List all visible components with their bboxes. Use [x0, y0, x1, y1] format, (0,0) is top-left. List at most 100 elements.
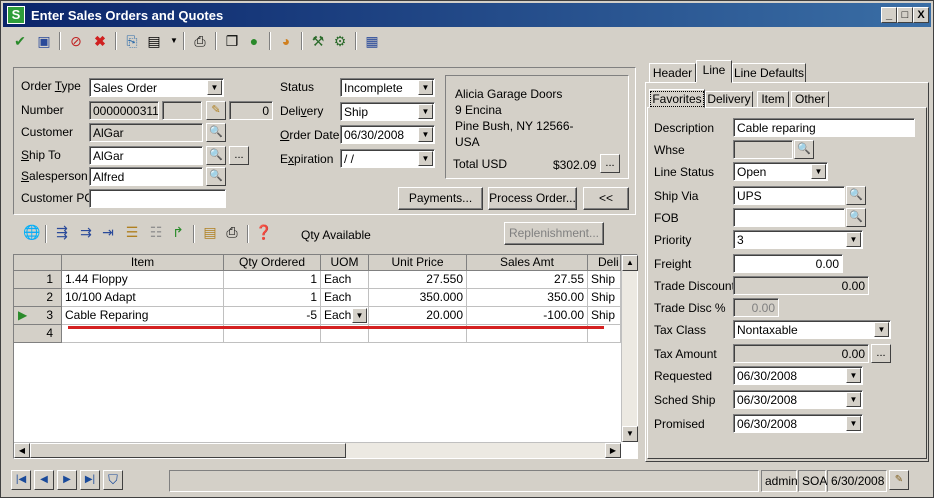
memo-icon[interactable]: ▤ [143, 30, 165, 52]
copy-from-icon[interactable]: ⎘ [121, 30, 143, 52]
redo-arrow-icon[interactable]: ↱ [167, 221, 189, 243]
search-icon[interactable]: 🔍 [206, 167, 226, 186]
requested-date-field[interactable]: 06/30/2008 ▼ [733, 366, 863, 385]
tab-item[interactable]: Item [757, 91, 789, 108]
col-header-qty[interactable]: Qty Ordered [224, 255, 321, 271]
chevron-down-icon[interactable]: ▼ [874, 322, 889, 337]
insert-line-icon[interactable]: ⇶ [51, 221, 73, 243]
col-header-amt[interactable]: Sales Amt [467, 255, 588, 271]
cell-qty[interactable]: 1 [224, 271, 321, 289]
copy-icon[interactable]: ❐ [221, 30, 243, 52]
next-record-icon[interactable]: ▶ [57, 470, 77, 490]
description-field[interactable]: Cable reparing [733, 118, 915, 137]
cell-qty[interactable]: 1 [224, 289, 321, 307]
cell-uom[interactable]: Each ▼ [321, 307, 369, 325]
cell-item[interactable]: 10/100 Adapt [62, 289, 224, 307]
total-more-button[interactable]: ... [600, 154, 620, 173]
search-icon[interactable]: 🔍 [846, 186, 866, 205]
memo-dropdown-icon[interactable]: ▼ [163, 30, 185, 52]
copy-lines-icon[interactable]: ▤ [199, 221, 221, 243]
tab-other[interactable]: Other [791, 91, 829, 108]
accept-icon[interactable]: ✔ [9, 30, 31, 52]
row-header[interactable]: 2 [14, 289, 62, 307]
priority-select[interactable]: 3 ▼ [733, 230, 863, 249]
expiration-field[interactable]: / / ▼ [340, 149, 435, 168]
row-header[interactable]: 1 [14, 271, 62, 289]
order-date-field[interactable]: 06/30/2008 ▼ [340, 125, 435, 144]
cell-qty[interactable]: -5 [224, 307, 321, 325]
tab-delivery[interactable]: Delivery [705, 91, 753, 108]
chevron-down-icon[interactable]: ▼ [811, 164, 826, 179]
chevron-down-icon[interactable]: ▼ [846, 368, 861, 383]
scroll-thumb[interactable] [30, 443, 346, 458]
scroll-up-icon[interactable]: ▲ [622, 255, 638, 271]
vertical-scrollbar[interactable]: ▲ ▼ [621, 255, 638, 442]
tax-amount-more-button[interactable]: ... [871, 344, 891, 363]
chevron-down-icon[interactable]: ▼ [418, 80, 433, 95]
salesperson-field[interactable]: Alfred [89, 167, 203, 186]
title-bar[interactable]: S Enter Sales Orders and Quotes _ □ X [3, 3, 931, 27]
sched-ship-date-field[interactable]: 06/30/2008 ▼ [733, 390, 863, 409]
save-icon[interactable]: ▣ [33, 30, 55, 52]
cell-price[interactable]: 350.000 [369, 289, 467, 307]
question-icon[interactable]: ❓ [253, 221, 275, 243]
filter-icon[interactable]: ⛉ [103, 470, 123, 490]
cell-deli[interactable]: Ship [588, 271, 621, 289]
horizontal-scrollbar[interactable]: ◀ ▶ [14, 442, 621, 458]
cell-uom[interactable]: Each [321, 271, 369, 289]
insert-below-icon[interactable]: ⇉ [75, 221, 97, 243]
minimize-button[interactable]: _ [881, 7, 897, 23]
cell-amt[interactable]: -100.00 [467, 307, 588, 325]
ship-via-field[interactable]: UPS [733, 186, 845, 205]
tab-favorites[interactable]: Favorites [649, 89, 705, 108]
delivery-select[interactable]: Ship ▼ [340, 102, 435, 121]
search-icon[interactable]: 🔍 [206, 146, 226, 165]
settings-icon[interactable]: ⚙ [329, 30, 351, 52]
tab-header[interactable]: Header [649, 63, 696, 83]
cell-item[interactable]: Cable Reparing [62, 307, 224, 325]
last-record-icon[interactable]: ▶| [80, 470, 100, 490]
line-status-select[interactable]: Open ▼ [733, 162, 828, 181]
cell-price[interactable]: 27.550 [369, 271, 467, 289]
explode-kit-icon[interactable]: ☰ [121, 221, 143, 243]
order-type-select[interactable]: Sales Order ▼ [89, 78, 224, 97]
first-record-icon[interactable]: |◀ [11, 470, 31, 490]
fob-field[interactable] [733, 208, 845, 227]
search-icon[interactable]: 🔍 [206, 123, 226, 142]
process-order-button[interactable]: Process Order... [488, 187, 577, 210]
append-line-icon[interactable]: ⇥ [97, 221, 119, 243]
scroll-right-icon[interactable]: ▶ [605, 443, 621, 458]
payments-button[interactable]: Payments... [398, 187, 483, 210]
globe-icon[interactable]: 🌐 [21, 221, 43, 243]
scroll-down-icon[interactable]: ▼ [622, 426, 638, 442]
ship-to-field[interactable]: AlGar [89, 146, 203, 165]
delete-icon[interactable]: ✖ [89, 30, 111, 52]
close-button[interactable]: X [913, 7, 929, 23]
cell-amt[interactable]: 350.00 [467, 289, 588, 307]
collapse-button[interactable]: << [583, 187, 629, 210]
chevron-down-icon[interactable]: ▼ [846, 392, 861, 407]
chevron-down-icon[interactable]: ▼ [207, 80, 222, 95]
tax-class-select[interactable]: Nontaxable ▼ [733, 320, 891, 339]
delete-line-icon[interactable]: ☷ [145, 221, 167, 243]
search-icon[interactable]: 🔍 [794, 140, 814, 159]
freight-field[interactable]: 0.00 [733, 254, 843, 273]
status-select[interactable]: Incomplete ▼ [340, 78, 435, 97]
promised-date-field[interactable]: 06/30/2008 ▼ [733, 414, 863, 433]
chevron-down-icon[interactable]: ▼ [418, 127, 433, 142]
cancel-icon[interactable]: ⊘ [65, 30, 87, 52]
grid-icon[interactable]: ▦ [361, 30, 383, 52]
chevron-down-icon[interactable]: ▼ [846, 232, 861, 247]
notes-icon[interactable]: ✎ [889, 470, 909, 490]
col-header-uom[interactable]: UOM [321, 255, 369, 271]
ship-to-more-button[interactable]: ... [229, 146, 249, 165]
cell-deli[interactable]: Ship [588, 307, 621, 325]
cell-uom[interactable]: Each [321, 289, 369, 307]
col-header-deli[interactable]: Deli [588, 255, 621, 271]
col-header-price[interactable]: Unit Price [369, 255, 467, 271]
scroll-left-icon[interactable]: ◀ [14, 443, 30, 458]
customize-icon[interactable]: ⚒ [307, 30, 329, 52]
replenishment-button[interactable]: Replenishment... [504, 222, 604, 245]
previous-record-icon[interactable]: ◀ [34, 470, 54, 490]
pencil-icon[interactable]: ✎ [206, 101, 226, 120]
